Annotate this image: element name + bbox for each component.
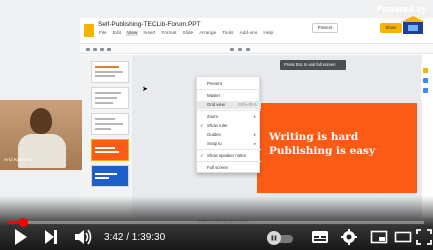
side-panel: [421, 64, 430, 100]
view-menu-item: Full screen: [207, 165, 229, 170]
calendar-icon: [423, 88, 428, 93]
document-title: Self-Publishing-TECLib-Forum.PPT: [98, 21, 201, 28]
play-icon[interactable]: [14, 228, 28, 246]
next-icon[interactable]: [44, 228, 58, 246]
exit-fullscreen-tooltip: Press Esc to exit full screen: [280, 60, 346, 70]
slides-app-window: Self-Publishing-TECLib-Forum.PPT File Ed…: [80, 18, 433, 224]
print-icon: [100, 48, 104, 51]
image-icon: [230, 48, 234, 51]
time-display: 3:42 / 1:39:30: [104, 232, 166, 243]
check-icon: ✓: [200, 123, 204, 128]
paint-format-icon: [107, 48, 111, 51]
slide-thumbnail: [91, 61, 129, 83]
view-menu-item: Guides ▸: [207, 132, 256, 137]
menu-bar: File Edit View Insert Format Slide Arran…: [98, 31, 274, 36]
webcam-overlay: Arul Kumar V: [0, 100, 82, 170]
menu-insert: Insert: [143, 31, 156, 36]
miniplayer-icon[interactable]: [370, 228, 388, 246]
menu-arrange: Arrange: [199, 31, 217, 36]
progress-bar[interactable]: [8, 218, 424, 227]
pause-icon: [271, 235, 277, 241]
theater-icon[interactable]: [394, 228, 412, 246]
view-menu-item: ✓ Show speaker notes: [200, 153, 246, 158]
redo-icon: [93, 48, 97, 51]
slide-filmstrip: [80, 55, 132, 218]
powered-by-label: Powered by: [376, 4, 427, 14]
slide-canvas: Writing is hard Publishing is easy Click…: [132, 55, 422, 224]
slide-thumbnail-selected: [91, 139, 129, 161]
fullscreen-icon[interactable]: [416, 228, 432, 246]
settings-icon[interactable]: [340, 228, 358, 246]
submenu-arrow-icon: ▸: [253, 114, 256, 119]
menu-slide: Slide: [182, 31, 194, 36]
current-slide: Writing is hard Publishing is easy: [257, 103, 417, 193]
view-menu-item: Snap to ▸: [207, 141, 256, 146]
slide-title-line-1: Writing is hard: [269, 131, 359, 143]
keep-icon: [423, 68, 428, 73]
line-icon: [246, 48, 250, 51]
mouse-cursor-icon: ➤: [142, 86, 148, 93]
submenu-arrow-icon: ▸: [253, 141, 256, 146]
menu-addons: Add-ons: [239, 31, 258, 36]
presenter-head: [30, 108, 52, 134]
slide-thumbnail: [91, 113, 129, 135]
scrubber-handle[interactable]: [19, 218, 28, 227]
submenu-arrow-icon: ▸: [253, 132, 256, 137]
view-menu-item: Zoom ▸: [207, 114, 256, 119]
slide-thumbnail: [91, 165, 129, 187]
menu-format: Format: [161, 31, 177, 36]
check-icon: ✓: [200, 153, 204, 158]
shape-icon: [238, 48, 242, 51]
view-menu-dropdown: Present Master Grid view Ctrl+Alt+1 Zoom…: [196, 76, 261, 173]
slides-toolbar: [80, 45, 433, 54]
view-menu-item: Present: [207, 81, 222, 86]
slides-logo-icon: [84, 24, 94, 37]
slides-titlebar: Self-Publishing-TECLib-Forum.PPT File Ed…: [80, 18, 433, 44]
view-menu-item: ✓ Show ruler: [200, 123, 228, 128]
view-menu-item: Master: [207, 93, 221, 98]
presenter-name: Arul Kumar V: [4, 158, 33, 163]
undo-icon: [86, 48, 90, 51]
brand-logo-icon: [401, 16, 425, 34]
subtitles-icon[interactable]: [311, 228, 329, 246]
tasks-icon: [423, 78, 428, 83]
slide-title-line-2: Publishing is easy: [269, 145, 376, 157]
video-frame[interactable]: Self-Publishing-TECLib-Forum.PPT File Ed…: [0, 0, 433, 250]
menu-edit: Edit: [112, 31, 122, 36]
menu-help: Help: [263, 31, 274, 36]
menu-view: View: [126, 31, 139, 36]
view-menu-item: Grid view Ctrl+Alt+1: [197, 101, 261, 109]
slide-thumbnail: [91, 87, 129, 109]
present-button: Present: [312, 23, 338, 33]
volume-icon[interactable]: [74, 228, 92, 246]
menu-file: File: [99, 31, 107, 36]
menu-tools: Tools: [222, 31, 234, 36]
